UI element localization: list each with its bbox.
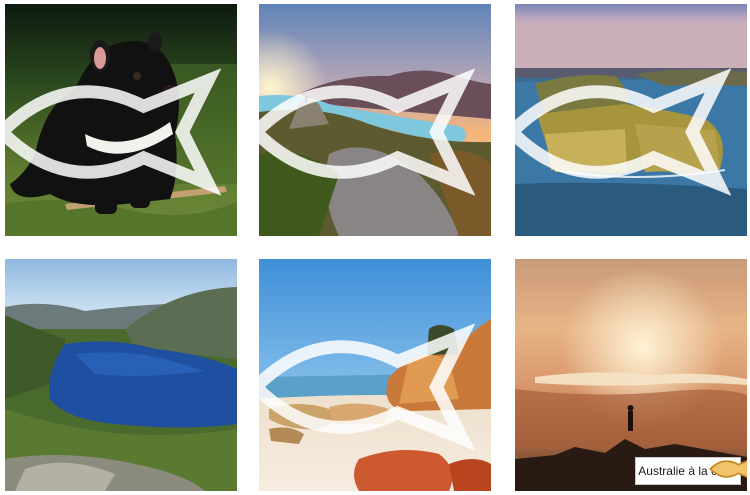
fish-logo-icon [515, 68, 731, 196]
photo-tile-kunanyi-summit[interactable]: Australie à la carte [515, 259, 747, 491]
photo-tile-dove-lake[interactable] [5, 259, 237, 491]
photo-tile-wineglass-bay[interactable] [259, 4, 491, 236]
brand-badge: Australie à la carte [635, 457, 747, 485]
photo-tile-bay-of-fires[interactable] [259, 259, 491, 491]
fish-logo-icon [259, 323, 475, 451]
fish-logo-icon [5, 68, 221, 196]
fish-logo-icon [709, 460, 747, 478]
photo-tile-tasmanian-devil[interactable] [5, 4, 237, 236]
fish-logo-icon [259, 68, 475, 196]
dove-lake-image [5, 259, 237, 491]
photo-tile-cape-hauy[interactable] [515, 4, 747, 236]
